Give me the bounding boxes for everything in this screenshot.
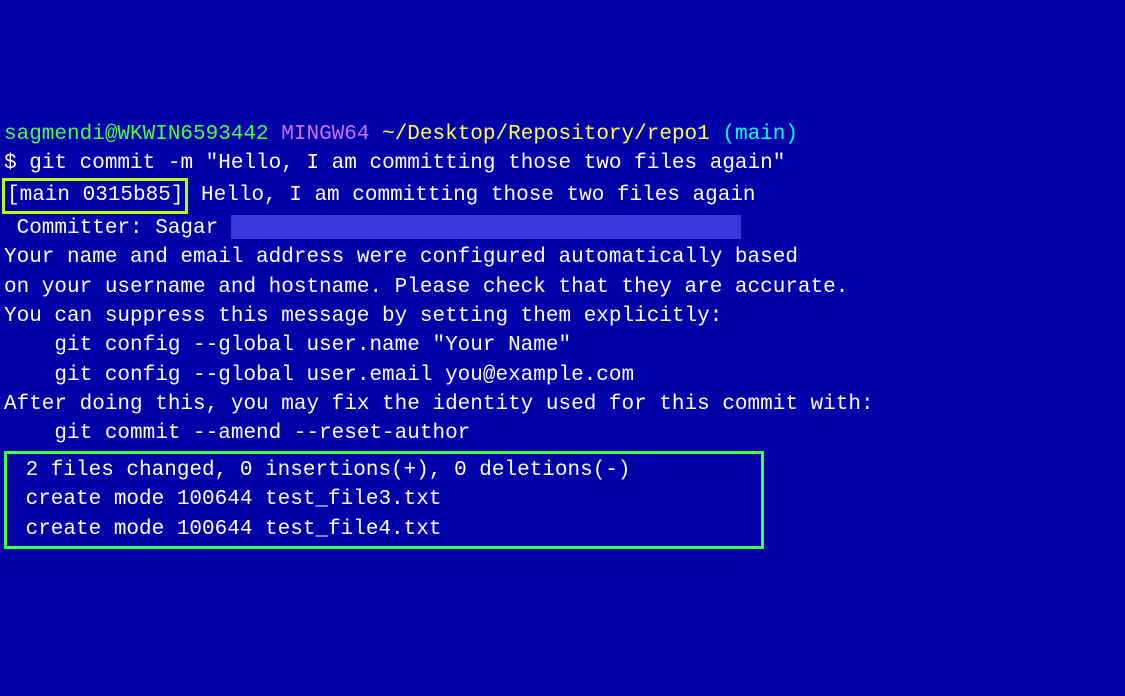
config-msg-line1: Your name and email address were configu… (4, 243, 1121, 272)
amend-cmd: git commit --amend --reset-author (4, 419, 1121, 448)
commit-ref-highlight: [main 0315b85] (2, 178, 188, 213)
prompt-user-host: sagmendi@WKWIN6593442 (4, 123, 269, 146)
committer-label: Committer: Sagar (4, 217, 231, 240)
commit-ref: [main 0315b85] (7, 184, 183, 207)
config-msg-line3: You can suppress this message by setting… (4, 302, 1121, 331)
config-cmd-name: git config --global user.name "Your Name… (4, 331, 1121, 360)
summary-files-changed: 2 files changed, 0 insertions(+), 0 dele… (13, 456, 755, 485)
config-cmd-email: git config --global user.email you@examp… (4, 361, 1121, 390)
summary-create-file3: create mode 100644 test_file3.txt (13, 485, 755, 514)
after-msg: After doing this, you may fix the identi… (4, 390, 1121, 419)
prompt-branch: (main) (722, 123, 798, 146)
commit-message: Hello, I am committing those two files a… (188, 184, 755, 207)
config-msg-line2: on your username and hostname. Please ch… (4, 273, 1121, 302)
summary-highlight: 2 files changed, 0 insertions(+), 0 dele… (4, 451, 764, 549)
terminal-output[interactable]: sagmendi@WKWIN6593442 MINGW64 ~/Desktop/… (4, 120, 1121, 549)
summary-create-file4: create mode 100644 test_file4.txt (13, 515, 755, 544)
command-text: git commit -m "Hello, I am committing th… (29, 152, 785, 175)
prompt-symbol: $ (4, 152, 17, 175)
prompt-path: ~/Desktop/Repository/repo1 (382, 123, 710, 146)
redacted-committer-info (231, 215, 741, 239)
prompt-env: MINGW64 (281, 123, 369, 146)
